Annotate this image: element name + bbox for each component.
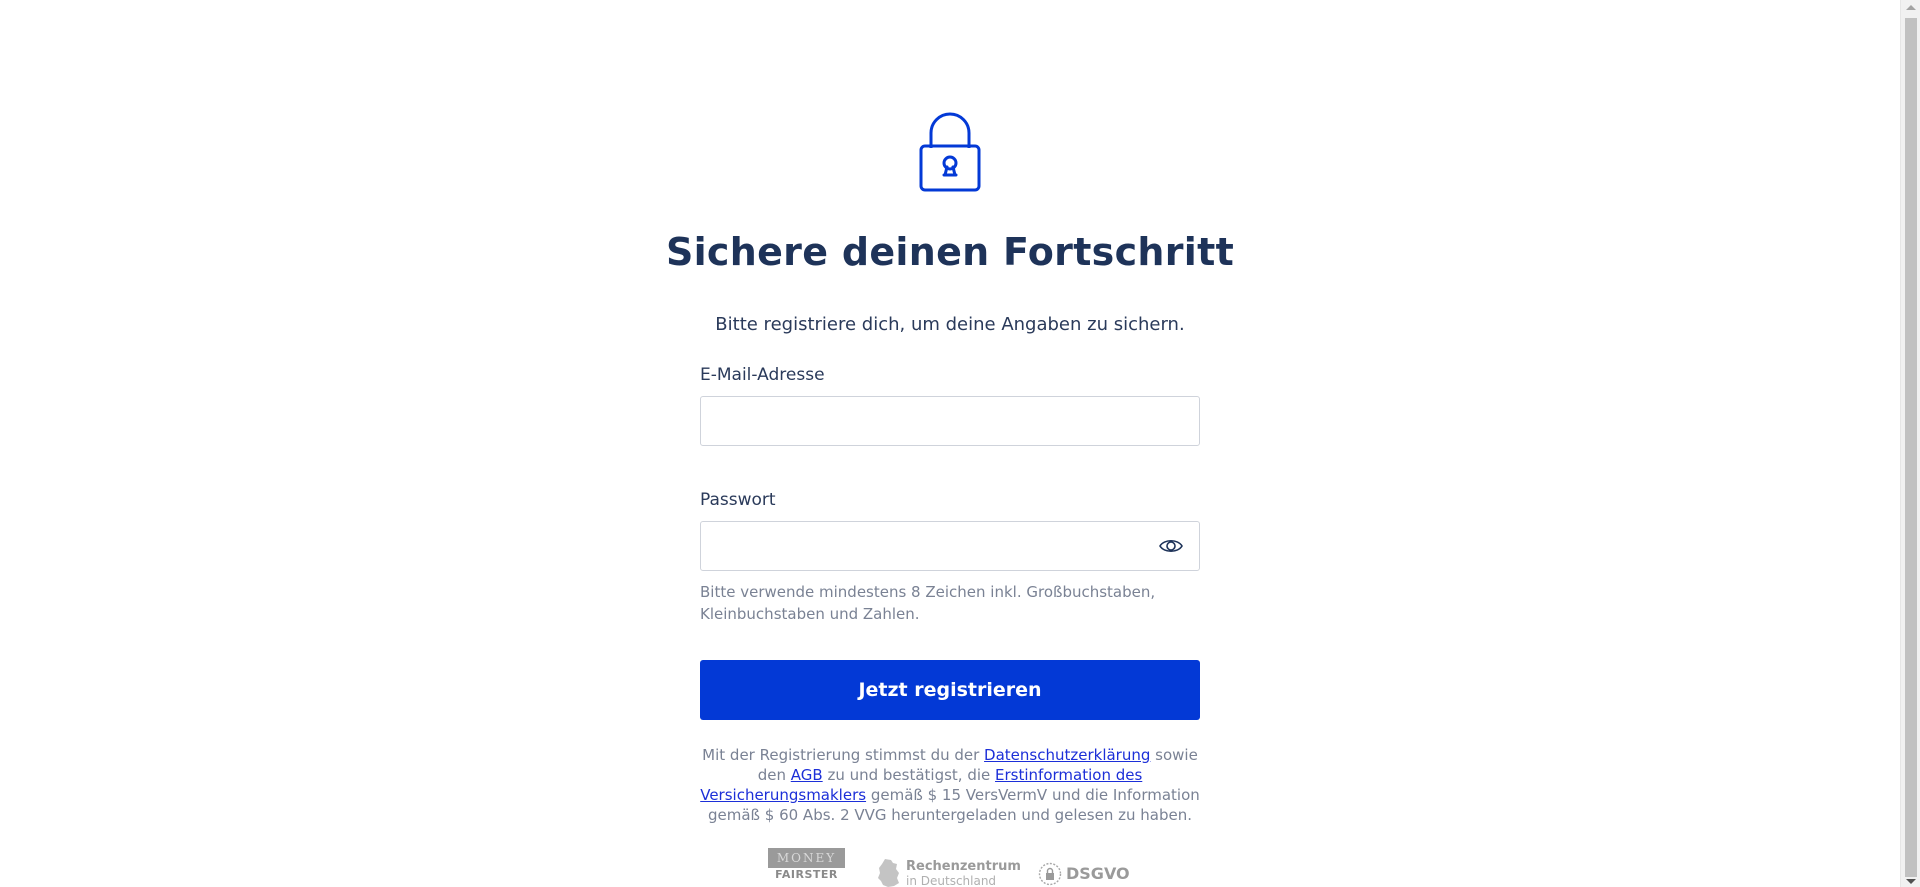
- datacenter-title: Rechenzentrum: [906, 859, 1021, 874]
- legal-notice: Mit der Registrierung stimmst du der Dat…: [690, 745, 1210, 825]
- terms-link[interactable]: AGB: [791, 766, 823, 784]
- scrollbar-thumb[interactable]: [1905, 18, 1917, 877]
- email-label: E-Mail-Adresse: [700, 365, 825, 385]
- page-title: Sichere deinen Fortschritt: [665, 230, 1235, 274]
- gdpr-lock-seal-icon: [1038, 862, 1062, 886]
- money-badge-top: MONEY: [768, 848, 845, 868]
- registration-page: Sichere deinen Fortschritt Bitte registr…: [0, 0, 1920, 887]
- scroll-up-icon[interactable]: [1906, 5, 1916, 10]
- vertical-scrollbar[interactable]: [1900, 0, 1920, 887]
- password-field[interactable]: [700, 521, 1200, 571]
- password-hint: Bitte verwende mindestens 8 Zeichen inkl…: [700, 583, 1156, 623]
- lock-icon: [919, 112, 981, 192]
- money-badge-bottom: FAIRSTER: [775, 868, 838, 881]
- trust-badges: MONEY FAIRSTER Rechenzentrum in Deutschl…: [768, 848, 1148, 887]
- register-button[interactable]: Jetzt registrieren: [700, 660, 1200, 720]
- legal-text-1: Mit der Registrierung stimmst du der: [702, 746, 985, 764]
- page-subtitle: Bitte registriere dich, um deine Angaben…: [715, 314, 1185, 335]
- datacenter-subtitle: in Deutschland: [906, 874, 997, 887]
- privacy-policy-link[interactable]: Datenschutzerklärung: [984, 746, 1150, 764]
- legal-text-3: zu und bestätigst, die: [822, 766, 996, 784]
- eye-icon[interactable]: [1159, 536, 1183, 556]
- germany-map-icon: [878, 859, 899, 887]
- money-fairster-badge: MONEY FAIRSTER: [768, 848, 845, 884]
- email-field[interactable]: [700, 396, 1200, 446]
- scroll-down-icon[interactable]: [1906, 879, 1916, 884]
- password-label: Passwort: [700, 490, 776, 510]
- gdpr-label: DSGVO: [1066, 864, 1130, 883]
